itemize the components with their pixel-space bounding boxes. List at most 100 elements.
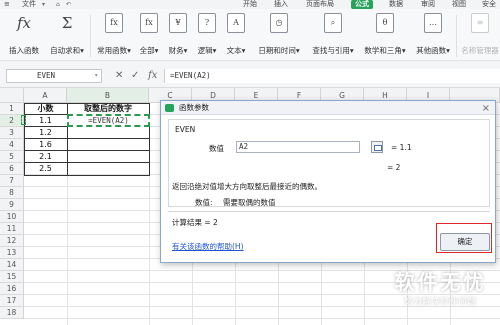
watermark-title: 软件无忧 bbox=[394, 270, 487, 294]
result-preview: = 2 bbox=[387, 163, 401, 172]
name-box-value: EVEN bbox=[37, 71, 56, 80]
formula-bar: EVEN ▾ ✕ ✓ fx =EVEN(A2) bbox=[0, 61, 500, 88]
function-name: EVEN bbox=[175, 125, 196, 134]
tab-insert[interactable]: 插入 bbox=[274, 0, 288, 9]
math-button[interactable]: θ 数学和三角▾ bbox=[360, 13, 410, 59]
all-functions-button[interactable]: fx 全部▾ bbox=[137, 13, 161, 59]
row-header[interactable]: 1 bbox=[0, 103, 24, 115]
text-icon: A bbox=[227, 13, 245, 33]
sigma-icon: Σ bbox=[61, 14, 73, 32]
row-header[interactable]: 12 bbox=[0, 235, 24, 247]
row-header[interactable]: 16 bbox=[0, 283, 24, 295]
calc-result: 计算结果 = 2 bbox=[172, 218, 218, 227]
param-help-text: 需要取偶的数值 bbox=[223, 198, 276, 207]
row-header[interactable]: 10 bbox=[0, 211, 24, 223]
tab-security[interactable]: 安全 bbox=[482, 0, 496, 9]
row-header[interactable]: 18 bbox=[0, 307, 24, 319]
column-header-b[interactable]: B bbox=[67, 88, 149, 103]
all-functions-label: 全部▾ bbox=[139, 46, 159, 55]
arg-label: 数值 bbox=[209, 144, 224, 153]
tab-home[interactable]: 开始 bbox=[243, 0, 257, 9]
insert-function-button[interactable]: fx 插入函数 bbox=[6, 13, 42, 59]
insert-function-label: 插入函数 bbox=[9, 46, 39, 55]
formula-input[interactable]: =EVEN(A2) bbox=[164, 69, 500, 83]
datetime-icon: ◷ bbox=[270, 13, 288, 33]
name-box[interactable]: EVEN ▾ bbox=[6, 69, 102, 83]
common-function-button[interactable]: fx 常用函数▾ bbox=[93, 13, 135, 59]
tab-data[interactable]: 数据 bbox=[389, 0, 403, 9]
row-header[interactable]: 4 bbox=[0, 139, 24, 151]
ribbon: fx 插入函数 Σ 自动求和▾ fx 常用函数▾ fx 全部▾ ¥ 财务▾ ? … bbox=[0, 9, 500, 61]
cell-a1[interactable]: 小数 bbox=[24, 103, 67, 115]
collapse-dialog-icon[interactable] bbox=[371, 141, 383, 153]
divider bbox=[168, 211, 490, 212]
close-icon[interactable]: × bbox=[482, 102, 490, 116]
ribbon-divider bbox=[456, 15, 457, 57]
arg-result: = 1.1 bbox=[391, 143, 412, 152]
cancel-icon[interactable]: ✕ bbox=[115, 70, 123, 81]
cell-a2[interactable]: 1.1 bbox=[24, 115, 67, 127]
lookup-button[interactable]: ⌕ 查找与引用▾ bbox=[308, 13, 358, 59]
text-button[interactable]: A 文本▾ bbox=[224, 13, 248, 59]
row-header[interactable]: 9 bbox=[0, 199, 24, 211]
file-dropdown-icon[interactable]: ▾ bbox=[42, 1, 45, 8]
row-header[interactable]: 8 bbox=[0, 187, 24, 199]
math-icon: θ bbox=[376, 13, 394, 33]
cell-b2-formula: =EVEN(A2) bbox=[88, 116, 129, 125]
insert-function-icon: fx bbox=[16, 14, 31, 32]
column-header-a[interactable]: A bbox=[24, 88, 67, 103]
row-header[interactable]: 6 bbox=[0, 163, 24, 175]
all-functions-icon: fx bbox=[140, 13, 158, 33]
active-cell-b2[interactable]: =EVEN(A2) bbox=[67, 114, 150, 127]
chevron-down-icon[interactable]: ▾ bbox=[94, 70, 98, 82]
row-header[interactable]: 7 bbox=[0, 175, 24, 187]
row-header[interactable]: 5 bbox=[0, 151, 24, 163]
row-header[interactable]: 14 bbox=[0, 259, 24, 271]
watermark-subtitle: 努力解决软件问题 bbox=[404, 297, 477, 306]
autosum-button[interactable]: Σ 自动求和▾ bbox=[47, 13, 87, 59]
dialog-title-bar[interactable]: 函数参数 × bbox=[161, 101, 495, 115]
dialog-title: 函数参数 bbox=[179, 103, 209, 112]
row-header[interactable]: 15 bbox=[0, 271, 24, 283]
other-functions-button[interactable]: … 其他函数▾ bbox=[412, 13, 454, 59]
menu-bar: ≡ 文件 ▾ ⌂ ↶ 开始 插入 页面布局 公式 数据 审阅 视图 安全 bbox=[0, 0, 500, 9]
menu-hamburger-icon[interactable]: ≡ bbox=[4, 0, 10, 9]
lookup-label: 查找与引用▾ bbox=[312, 46, 354, 55]
name-manager-button[interactable]: ≡ 名称管理器 bbox=[460, 13, 500, 59]
finance-button[interactable]: ¥ 财务▾ bbox=[166, 13, 190, 59]
name-manager-icon: ≡ bbox=[471, 13, 489, 33]
arguments-panel bbox=[168, 119, 490, 207]
ref-marker-a2 bbox=[21, 115, 26, 125]
datetime-label: 日期和时间▾ bbox=[258, 46, 300, 55]
row-header[interactable]: 17 bbox=[0, 295, 24, 307]
lookup-icon: ⌕ bbox=[324, 13, 342, 33]
quick-access-icon[interactable]: ⌂ bbox=[56, 1, 60, 8]
cell-a5[interactable]: 2.1 bbox=[24, 151, 67, 163]
highlight-frame bbox=[436, 223, 492, 253]
fx-icon[interactable]: fx bbox=[148, 70, 157, 81]
menu-file[interactable]: 文件 bbox=[22, 0, 36, 9]
cell-a3[interactable]: 1.2 bbox=[24, 127, 67, 139]
number-argument-input[interactable]: A2 bbox=[236, 141, 360, 153]
datetime-button[interactable]: ◷ 日期和时间▾ bbox=[254, 13, 304, 59]
tab-formula[interactable]: 公式 bbox=[351, 0, 373, 9]
tab-review[interactable]: 审阅 bbox=[421, 0, 435, 9]
math-label: 数学和三角▾ bbox=[364, 46, 406, 55]
cell-a6[interactable]: 2.5 bbox=[24, 163, 67, 175]
tab-page-layout[interactable]: 页面布局 bbox=[306, 0, 334, 9]
other-functions-label: 其他函数▾ bbox=[416, 46, 450, 55]
help-link[interactable]: 有关该函数的帮助(H) bbox=[172, 241, 244, 252]
select-all-corner[interactable] bbox=[0, 88, 24, 103]
row-header[interactable]: 3 bbox=[0, 127, 24, 139]
logic-button[interactable]: ? 逻辑▾ bbox=[195, 13, 219, 59]
row-header[interactable]: 11 bbox=[0, 223, 24, 235]
function-description: 返回沿绝对值增大方向取整后最接近的偶数。 bbox=[172, 182, 322, 191]
finance-label: 财务▾ bbox=[168, 46, 188, 55]
undo-icon[interactable]: ↶ bbox=[66, 1, 71, 8]
cell-a4[interactable]: 1.6 bbox=[24, 139, 67, 151]
confirm-icon[interactable]: ✓ bbox=[131, 70, 139, 81]
watermark: 软件无忧 努力解决软件问题 bbox=[383, 268, 498, 320]
autosum-label: 自动求和▾ bbox=[50, 46, 84, 55]
row-header[interactable]: 13 bbox=[0, 247, 24, 259]
tab-view[interactable]: 视图 bbox=[452, 0, 466, 9]
